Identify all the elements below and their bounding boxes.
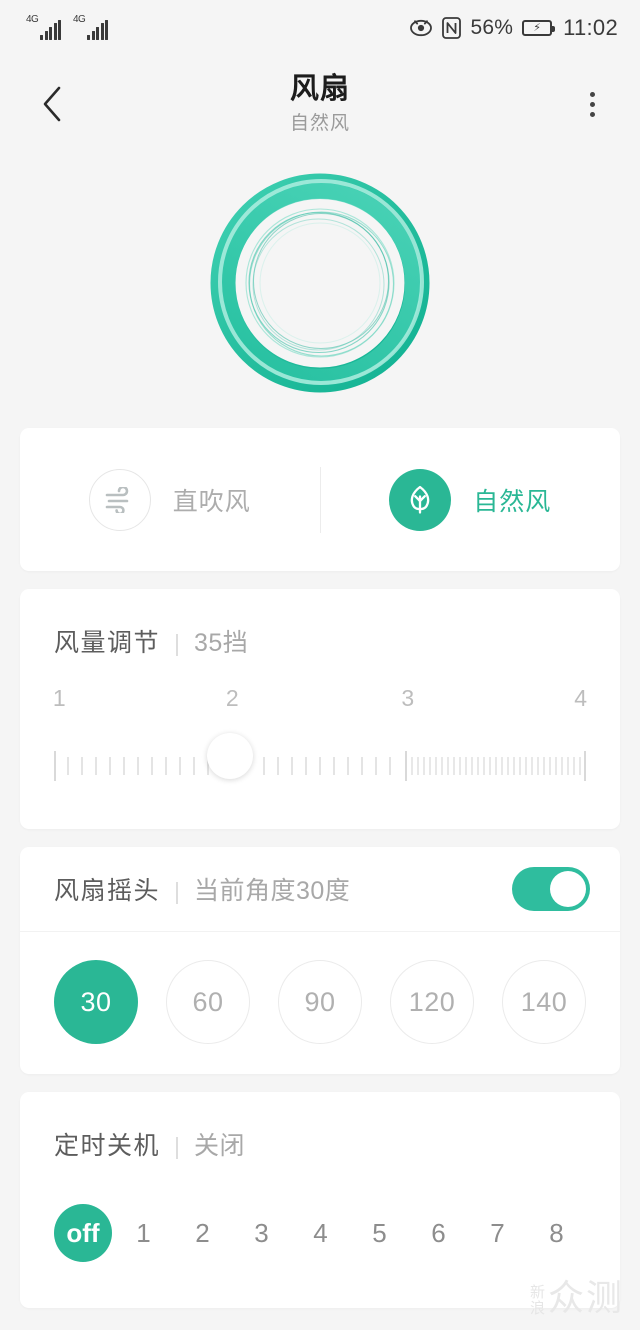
wind-speed-slider[interactable]	[54, 733, 586, 799]
eye-care-icon	[409, 19, 433, 37]
oscillation-separator: |	[174, 878, 180, 904]
mode-card: 直吹风 自然风	[20, 428, 620, 571]
wind-scale-label-2: 2	[225, 685, 239, 711]
timer-option-4[interactable]: 4	[291, 1218, 350, 1249]
timer-option-3[interactable]: 3	[232, 1218, 291, 1249]
signal-4g-icon-1: 4G	[26, 14, 61, 40]
wind-scale-label-1: 1	[52, 685, 66, 711]
timer-option-8[interactable]: 8	[527, 1218, 586, 1249]
wind-speed-title: 风量调节	[54, 629, 161, 657]
timer-option-7[interactable]: 7	[468, 1218, 527, 1249]
battery-charging-icon: ⚡	[522, 20, 556, 36]
mode-option-natural-label: 自然风	[473, 487, 552, 516]
oscillation-toggle-knob	[550, 871, 586, 907]
timer-options: off 1 2 3 4 5 6 7 8	[20, 1162, 620, 1262]
timer-separator: |	[174, 1133, 180, 1159]
timer-header: 定时关机 | 关闭	[20, 1092, 620, 1162]
watermark-big-text: 众测	[547, 1277, 624, 1318]
fan-ring-animation	[209, 172, 431, 394]
signal-4g-label-2: 4G	[73, 14, 86, 25]
wind-scale-label-3: 3	[401, 685, 415, 711]
oscillation-header-row: 风扇摇头 | 当前角度30度	[20, 847, 620, 931]
timer-option-off[interactable]: off	[54, 1204, 112, 1262]
status-bar: 4G 4G 56% ⚡ 11:02	[0, 0, 640, 56]
oscillation-toggle[interactable]	[512, 867, 590, 911]
page-title: 风扇	[289, 72, 350, 105]
app-bar-titles: 风扇 自然风	[290, 73, 350, 135]
timer-option-5[interactable]: 5	[350, 1218, 409, 1249]
wind-ruler-ticks	[54, 751, 586, 781]
signal-4g-label-1: 4G	[26, 14, 39, 25]
timer-option-6[interactable]: 6	[409, 1218, 468, 1249]
timer-option-2[interactable]: 2	[173, 1218, 232, 1249]
angle-option-30[interactable]: 30	[54, 960, 138, 1044]
mode-option-direct-label: 直吹风	[172, 487, 251, 516]
mode-option-direct[interactable]: 直吹风	[20, 468, 320, 531]
wind-scale-label-4: 4	[574, 685, 588, 711]
wind-speed-header: 风量调节 | 35挡	[20, 589, 620, 659]
wind-speed-separator: |	[174, 630, 180, 656]
wind-speed-card: 风量调节 | 35挡 1 2 3 4	[20, 589, 620, 829]
timer-title: 定时关机	[54, 1132, 161, 1160]
timer-card: 定时关机 | 关闭 off 1 2 3 4 5 6 7 8	[20, 1092, 620, 1308]
timer-value: 关闭	[194, 1132, 246, 1160]
wind-scale-labels: 1 2 3 4	[52, 685, 588, 727]
angle-option-140[interactable]: 140	[502, 960, 586, 1044]
status-bar-left: 4G 4G	[26, 14, 108, 40]
battery-percent: 56%	[470, 16, 514, 39]
more-vertical-icon[interactable]	[572, 82, 612, 126]
phone-screen: 4G 4G 56% ⚡ 11:02 风扇 自然风 直吹风 自然风 风量调节 | …	[0, 0, 640, 1330]
app-bar: 风扇 自然风	[0, 56, 640, 152]
angle-option-90[interactable]: 90	[278, 960, 362, 1044]
leaf-icon	[389, 468, 452, 531]
signal-4g-icon-2: 4G	[73, 14, 108, 40]
wind-icon	[88, 468, 151, 531]
mode-option-natural[interactable]: 自然风	[321, 468, 621, 531]
angle-option-120[interactable]: 120	[390, 960, 474, 1044]
oscillation-header: 风扇摇头 | 当前角度30度	[54, 871, 350, 907]
watermark-small-text: 新浪	[527, 1284, 545, 1316]
timer-option-1[interactable]: 1	[114, 1218, 173, 1249]
watermark: 新浪 众测	[527, 1277, 624, 1318]
oscillation-title: 风扇摇头	[54, 877, 161, 905]
wind-speed-value: 35挡	[194, 629, 249, 657]
status-bar-right: 56% ⚡ 11:02	[409, 15, 618, 41]
oscillation-card: 风扇摇头 | 当前角度30度 30 60 90 120 140	[20, 847, 620, 1074]
oscillation-angle-options: 30 60 90 120 140	[20, 932, 620, 1074]
signal-bars-1	[40, 20, 61, 40]
status-bar-clock: 11:02	[563, 15, 618, 40]
fan-ring-section	[0, 158, 640, 408]
oscillation-value: 当前角度30度	[194, 877, 351, 905]
nfc-icon	[442, 17, 462, 39]
back-chevron-icon[interactable]	[30, 82, 74, 126]
page-subtitle: 自然风	[289, 113, 350, 135]
wind-slider-thumb[interactable]	[206, 733, 253, 779]
signal-bars-2	[87, 20, 108, 40]
angle-option-60[interactable]: 60	[166, 960, 250, 1044]
